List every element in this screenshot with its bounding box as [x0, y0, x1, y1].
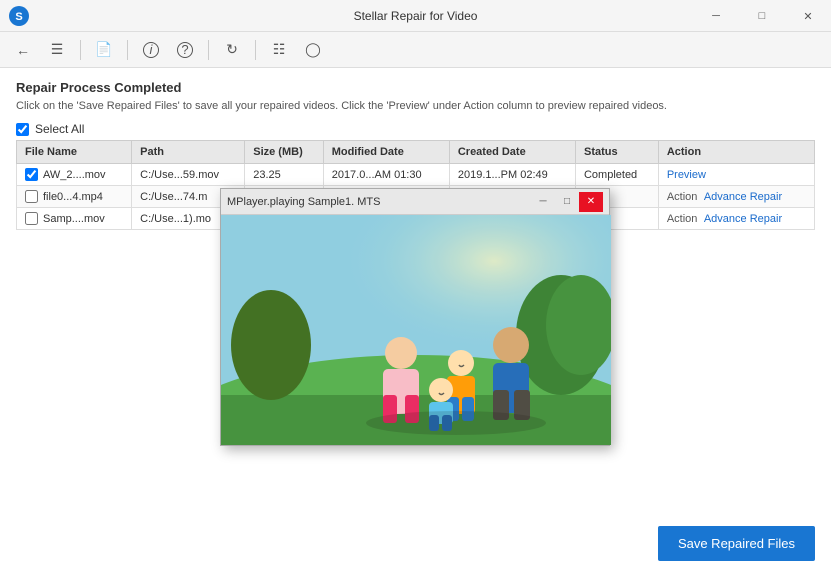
row1-modified: 2017.0...AM 01:30	[323, 164, 449, 186]
table-row: AW_2....mov C:/Use...59.mov 23.25 2017.0…	[17, 164, 815, 186]
preview-link[interactable]: Preview	[667, 169, 706, 181]
row3-filename: Samp....mov	[17, 208, 132, 230]
repair-description: Click on the 'Save Repaired Files' to sa…	[16, 99, 736, 114]
maximize-button[interactable]: □	[739, 0, 785, 32]
media-maximize-button[interactable]: □	[555, 192, 579, 212]
row3-checkbox[interactable]	[25, 212, 38, 225]
advance-repair-link-3[interactable]: Advance Repair	[704, 213, 782, 225]
media-player-titlebar: MPlayer.playing Sample1. MTS ─ □ ✕	[221, 189, 609, 215]
media-player-window: MPlayer.playing Sample1. MTS ─ □ ✕	[220, 188, 610, 446]
user-icon: ◯	[305, 41, 321, 58]
table-header-labels: File Name Path Size (MB) Modified Date C…	[17, 141, 815, 164]
row1-status: Completed	[575, 164, 658, 186]
header-created: Created Date	[449, 141, 575, 164]
user-button[interactable]: ◯	[298, 35, 328, 65]
row2-filename: file0...4.mp4	[17, 186, 132, 208]
info-icon: i	[143, 42, 159, 58]
separator-4	[255, 40, 256, 60]
title-bar: S Stellar Repair for Video ─ □ ✕	[0, 0, 831, 32]
refresh-icon: ↻	[226, 41, 238, 58]
app-logo: S	[8, 5, 30, 27]
media-close-button[interactable]: ✕	[579, 192, 603, 212]
repair-header: Repair Process Completed Click on the 'S…	[16, 80, 815, 114]
window-title: Stellar Repair for Video	[354, 9, 478, 23]
header-filename: File Name	[17, 141, 132, 164]
separator-1	[80, 40, 81, 60]
media-video-area	[221, 215, 611, 445]
repair-title: Repair Process Completed	[16, 80, 815, 95]
minimize-button[interactable]: ─	[693, 0, 739, 32]
document-icon: 📄	[95, 41, 112, 58]
cart-button[interactable]: ☷	[264, 35, 294, 65]
select-all-checkbox[interactable]	[16, 123, 29, 136]
document-button[interactable]: 📄	[89, 35, 119, 65]
refresh-button[interactable]: ↻	[217, 35, 247, 65]
window-controls: ─ □ ✕	[693, 0, 831, 32]
back-icon: ←	[16, 42, 30, 58]
row1-path: C:/Use...59.mov	[132, 164, 245, 186]
row3-action: Action Advance Repair	[658, 208, 814, 230]
row1-checkbox[interactable]	[25, 168, 38, 181]
advance-repair-link-2[interactable]: Advance Repair	[704, 191, 782, 203]
menu-button[interactable]: ☰	[42, 35, 72, 65]
help-icon: ?	[177, 42, 193, 58]
media-minimize-button[interactable]: ─	[531, 192, 555, 212]
cart-icon: ☷	[273, 41, 286, 58]
select-all-label[interactable]: Select All	[35, 122, 84, 136]
row1-created: 2019.1...PM 02:49	[449, 164, 575, 186]
separator-2	[127, 40, 128, 60]
info-button[interactable]: i	[136, 35, 166, 65]
save-repaired-files-button[interactable]: Save Repaired Files	[658, 526, 815, 561]
header-status: Status	[575, 141, 658, 164]
row1-size: 23.25	[245, 164, 323, 186]
header-size: Size (MB)	[245, 141, 323, 164]
select-all-row: Select All	[16, 122, 815, 136]
row1-action: Preview	[658, 164, 814, 186]
header-action: Action	[658, 141, 814, 164]
close-button[interactable]: ✕	[785, 0, 831, 32]
header-path: Path	[132, 141, 245, 164]
help-button[interactable]: ?	[170, 35, 200, 65]
media-player-title: MPlayer.playing Sample1. MTS	[227, 196, 531, 208]
family-photo	[221, 215, 611, 445]
row1-filename: AW_2....mov	[17, 164, 132, 186]
back-button[interactable]: ←	[8, 35, 38, 65]
header-modified: Modified Date	[323, 141, 449, 164]
row2-action: Action Advance Repair	[658, 186, 814, 208]
separator-3	[208, 40, 209, 60]
toolbar: ← ☰ 📄 i ? ↻ ☷ ◯	[0, 32, 831, 68]
svg-text:S: S	[15, 11, 22, 23]
main-content: Repair Process Completed Click on the 'S…	[0, 68, 831, 577]
menu-icon: ☰	[51, 41, 64, 58]
row2-checkbox[interactable]	[25, 190, 38, 203]
